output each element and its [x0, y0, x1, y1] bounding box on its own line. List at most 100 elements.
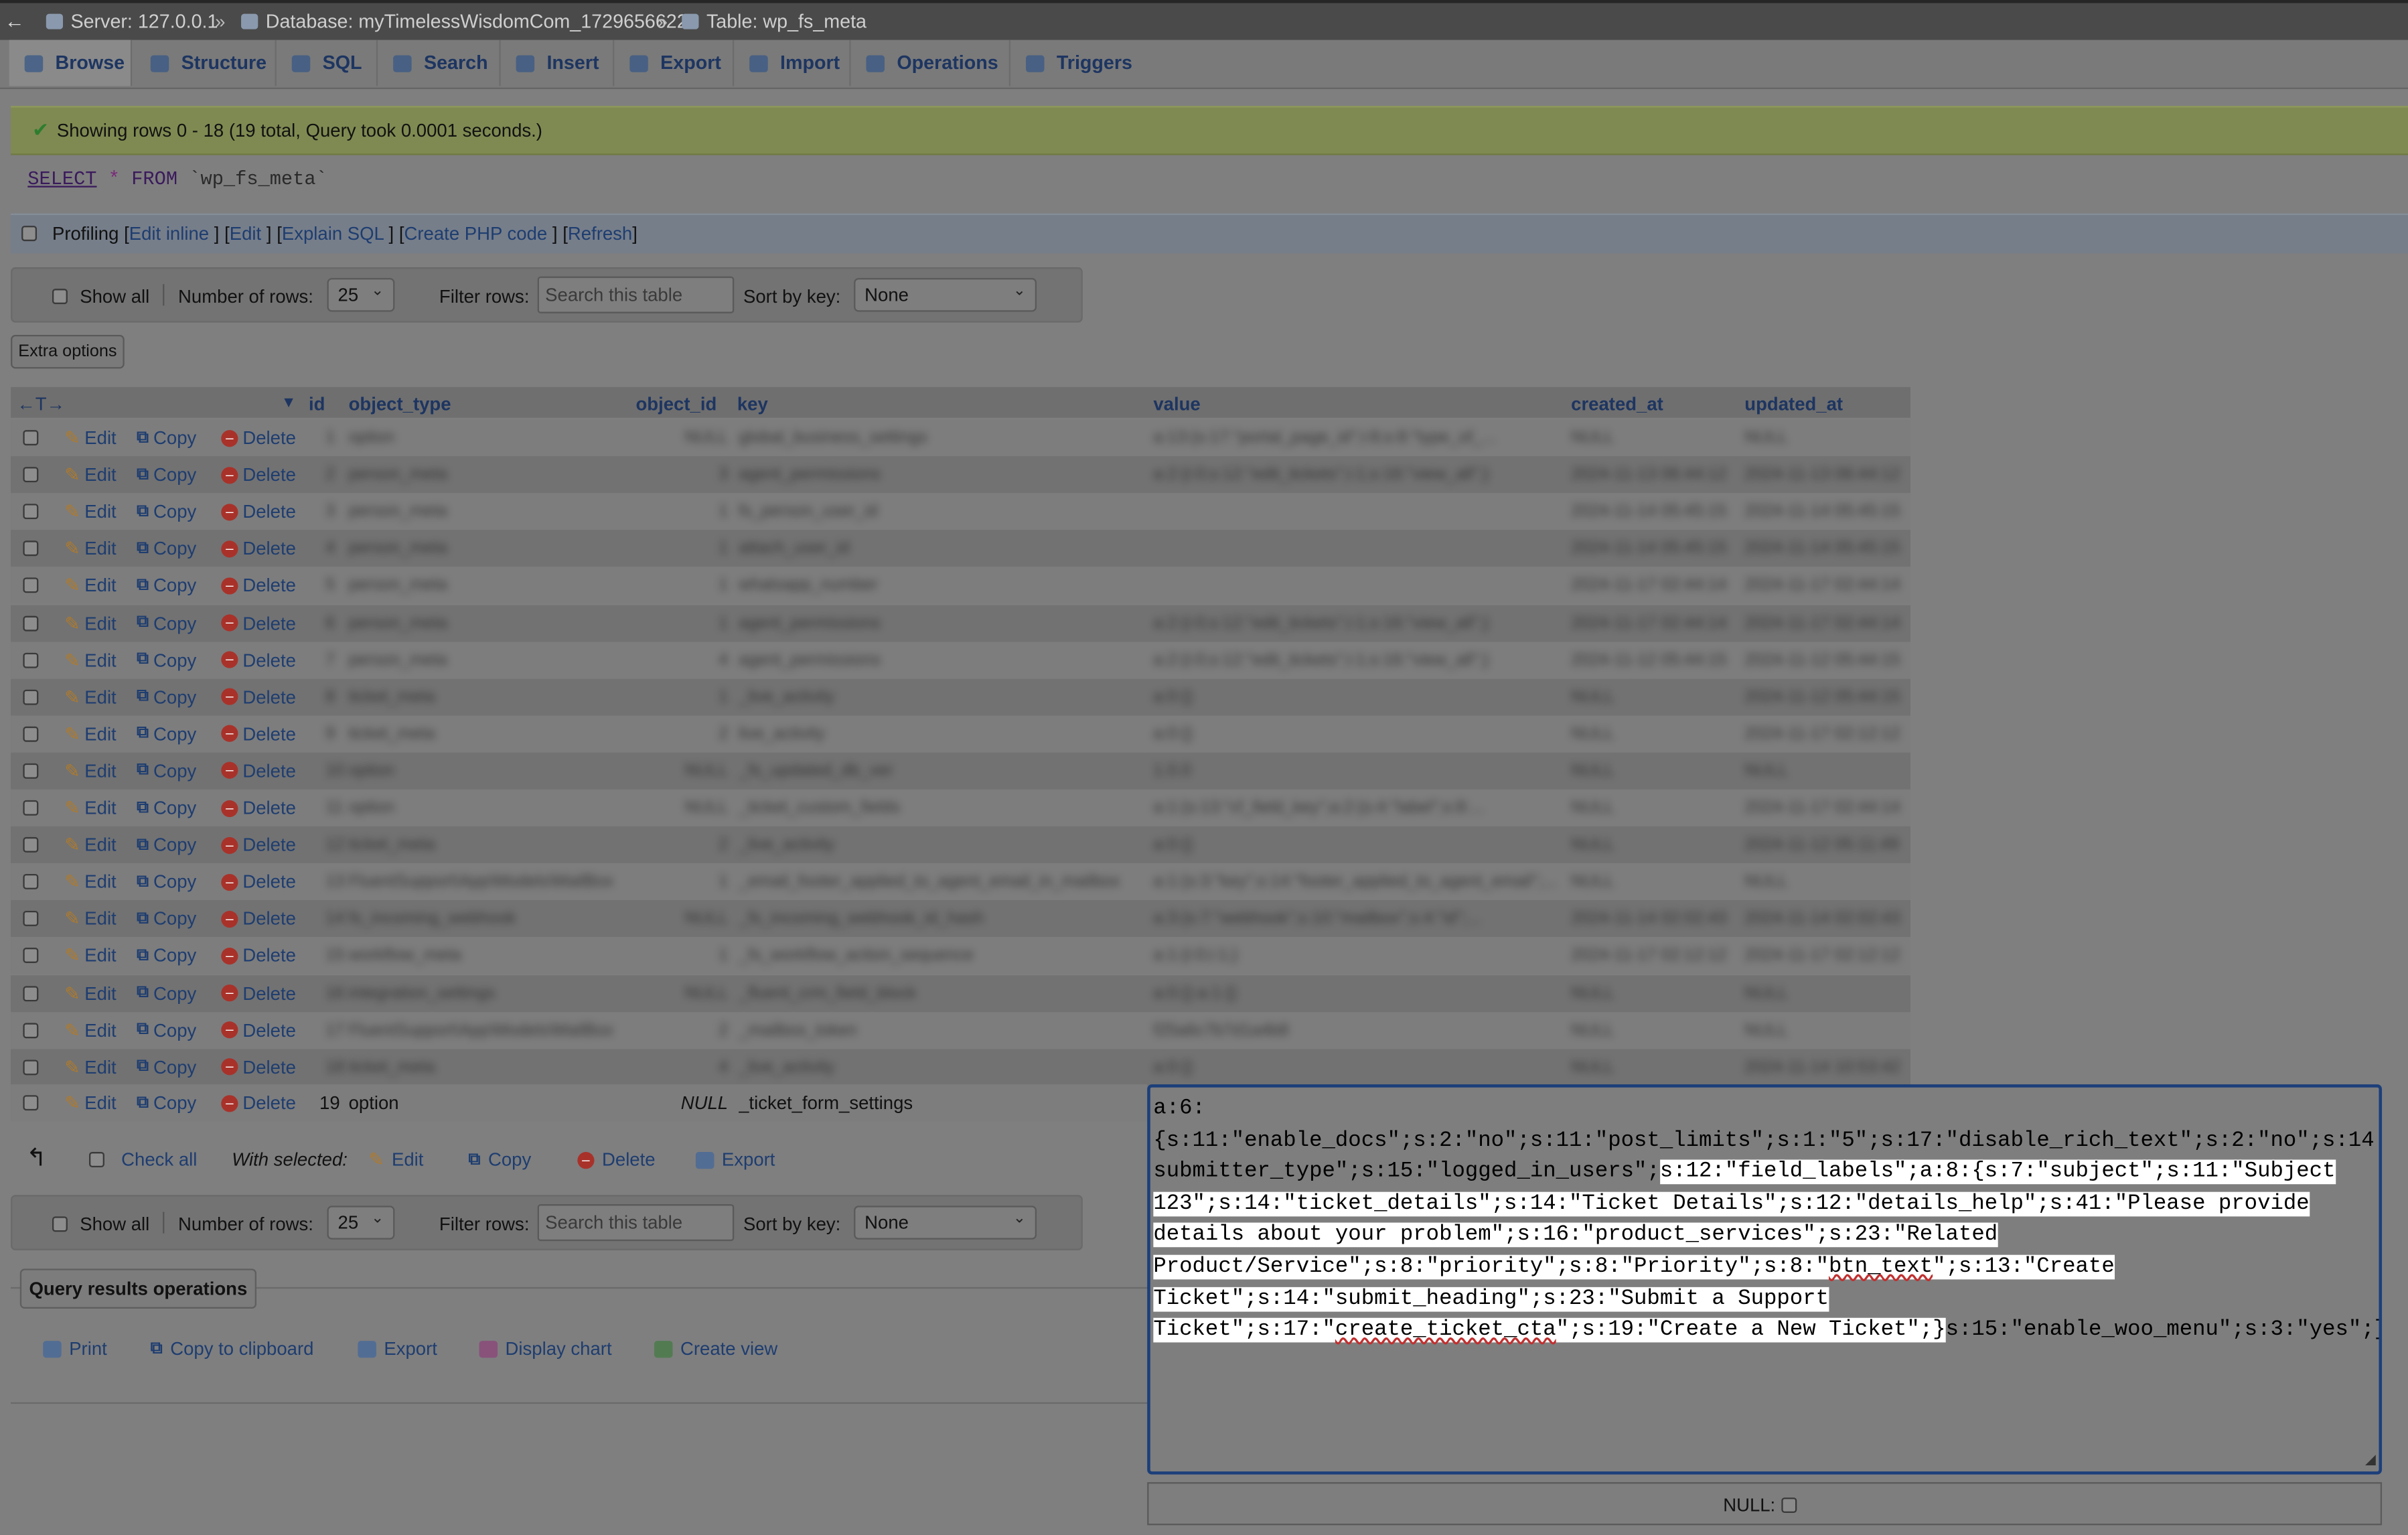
row-checkbox[interactable]	[23, 837, 39, 853]
breadcrumb-server[interactable]: Server: 127.0.0.1	[46, 11, 218, 32]
row-checkbox[interactable]	[23, 1059, 39, 1075]
row-copy-button[interactable]: ⧉ Copy	[137, 834, 196, 856]
row-delete-button[interactable]: – Delete	[221, 908, 296, 930]
row-edit-button[interactable]: ✎ Edit	[64, 945, 116, 966]
row-checkbox[interactable]	[23, 540, 39, 557]
sort-arrow-icon[interactable]: ▼	[281, 394, 297, 411]
row-checkbox[interactable]	[23, 911, 39, 927]
check-all-control[interactable]: Check all	[89, 1149, 197, 1171]
row-checkbox[interactable]	[23, 467, 39, 483]
row-delete-button[interactable]: – Delete	[221, 945, 296, 966]
back-arrow-icon[interactable]: ←	[5, 9, 25, 32]
create-view-button[interactable]: Create view	[654, 1338, 777, 1360]
row-edit-button[interactable]: ✎ Edit	[64, 908, 116, 930]
row-edit-button[interactable]: ✎ Edit	[64, 538, 116, 559]
copy-to-clipboard-button[interactable]: ⧉ Copy to clipboard	[151, 1338, 314, 1360]
row-edit-button[interactable]: ✎ Edit	[64, 760, 116, 782]
tab-operations[interactable]: Operations	[851, 40, 1011, 86]
null-checkbox[interactable]	[1781, 1497, 1797, 1513]
row-edit-button[interactable]: ✎ Edit	[64, 723, 116, 745]
row-edit-button[interactable]: ✎ Edit	[64, 1092, 116, 1114]
column-resize-icon[interactable]: ←T→	[17, 393, 65, 415]
row-delete-button[interactable]: – Delete	[221, 686, 296, 708]
column-header-updated-at[interactable]: updated_at	[1744, 393, 1843, 415]
bulk-copy-button[interactable]: ⧉ Copy	[468, 1149, 531, 1170]
row-checkbox[interactable]	[23, 874, 39, 890]
row-copy-button[interactable]: ⧉ Copy	[137, 612, 196, 634]
row-checkbox[interactable]	[23, 652, 39, 668]
row-edit-button[interactable]: ✎ Edit	[64, 686, 116, 707]
column-header-key[interactable]: key	[737, 393, 768, 415]
value-editor-textarea[interactable]: a:6: {s:11:"enable_docs";s:2:"no";s:11:"…	[1147, 1084, 2383, 1475]
refresh-link[interactable]: Refresh	[568, 223, 632, 244]
extra-options-button[interactable]: Extra options	[11, 334, 125, 369]
row-edit-button[interactable]: ✎ Edit	[64, 982, 116, 1004]
show-all-checkbox[interactable]	[52, 289, 68, 305]
sql-keyword-select[interactable]: SELECT	[27, 169, 96, 190]
row-delete-button[interactable]: – Delete	[221, 612, 296, 634]
row-delete-button[interactable]: – Delete	[221, 649, 296, 670]
row-edit-button[interactable]: ✎ Edit	[64, 1056, 116, 1078]
row-delete-button[interactable]: – Delete	[221, 575, 296, 597]
number-of-rows-select[interactable]: 25 ⌄	[327, 1205, 395, 1240]
row-edit-button[interactable]: ✎ Edit	[64, 871, 116, 893]
column-header-object-type[interactable]: object_type	[349, 393, 451, 415]
sort-by-key-select[interactable]: None ⌄	[854, 1205, 1037, 1240]
row-edit-button[interactable]: ✎ Edit	[64, 1019, 116, 1041]
row-copy-button[interactable]: ⧉ Copy	[137, 760, 196, 782]
check-all-checkbox[interactable]	[89, 1152, 104, 1167]
sort-by-key-select[interactable]: None ⌄	[854, 278, 1037, 312]
row-edit-button[interactable]: ✎ Edit	[64, 797, 116, 818]
row-checkbox[interactable]	[23, 578, 39, 594]
row-delete-button[interactable]: – Delete	[221, 871, 296, 893]
row-copy-button[interactable]: ⧉ Copy	[137, 1019, 196, 1041]
row-delete-button[interactable]: – Delete	[221, 723, 296, 745]
row-checkbox[interactable]	[23, 615, 39, 631]
row-delete-button[interactable]: – Delete	[221, 1056, 296, 1078]
tab-export[interactable]: Export	[614, 40, 735, 86]
row-checkbox[interactable]	[23, 1095, 39, 1111]
bulk-delete-button[interactable]: – Delete	[577, 1149, 656, 1171]
row-copy-button[interactable]: ⧉ Copy	[137, 649, 196, 670]
row-edit-button[interactable]: ✎ Edit	[64, 427, 116, 449]
breadcrumb-table[interactable]: Table: wp_fs_meta	[682, 11, 867, 32]
export-results-button[interactable]: Export	[358, 1338, 437, 1360]
filter-rows-input[interactable]: Search this table	[537, 276, 735, 313]
bulk-export-button[interactable]: Export	[695, 1149, 775, 1171]
edit-link[interactable]: Edit	[230, 223, 261, 244]
tab-triggers[interactable]: Triggers	[1010, 40, 1142, 86]
resize-grip-icon[interactable]: ◢	[2365, 1451, 2376, 1468]
row-copy-button[interactable]: ⧉ Copy	[137, 538, 196, 559]
tab-sql[interactable]: SQL	[277, 40, 378, 86]
row-edit-button[interactable]: ✎ Edit	[64, 612, 116, 634]
column-header-object-id[interactable]: object_id	[635, 393, 717, 415]
row-checkbox[interactable]	[23, 430, 39, 446]
tab-browse[interactable]: Browse	[9, 40, 133, 86]
tab-search[interactable]: Search	[378, 40, 501, 86]
row-checkbox[interactable]	[23, 726, 39, 742]
column-header-created-at[interactable]: created_at	[1571, 393, 1663, 415]
row-delete-button[interactable]: – Delete	[221, 982, 296, 1004]
row-edit-button[interactable]: ✎ Edit	[64, 649, 116, 670]
edit-inline-link[interactable]: Edit inline	[129, 223, 209, 244]
tab-import[interactable]: Import	[734, 40, 851, 86]
row-delete-button[interactable]: – Delete	[221, 797, 296, 818]
row-delete-button[interactable]: – Delete	[221, 427, 296, 449]
tab-structure[interactable]: Structure	[135, 40, 277, 86]
display-chart-button[interactable]: Display chart	[479, 1338, 612, 1360]
row-delete-button[interactable]: – Delete	[221, 501, 296, 522]
row-checkbox[interactable]	[23, 763, 39, 779]
row-copy-button[interactable]: ⧉ Copy	[137, 945, 196, 966]
create-php-code-link[interactable]: Create PHP code	[404, 223, 548, 244]
row-delete-button[interactable]: – Delete	[221, 464, 296, 486]
tab-insert[interactable]: Insert	[501, 40, 615, 86]
row-checkbox[interactable]	[23, 1022, 39, 1038]
row-delete-button[interactable]: – Delete	[221, 538, 296, 559]
row-copy-button[interactable]: ⧉ Copy	[137, 427, 196, 449]
row-delete-button[interactable]: – Delete	[221, 834, 296, 856]
row-checkbox[interactable]	[23, 800, 39, 816]
row-checkbox[interactable]	[23, 985, 39, 1001]
row-copy-button[interactable]: ⧉ Copy	[137, 797, 196, 818]
row-delete-button[interactable]: – Delete	[221, 1092, 296, 1114]
row-checkbox[interactable]	[23, 504, 39, 520]
